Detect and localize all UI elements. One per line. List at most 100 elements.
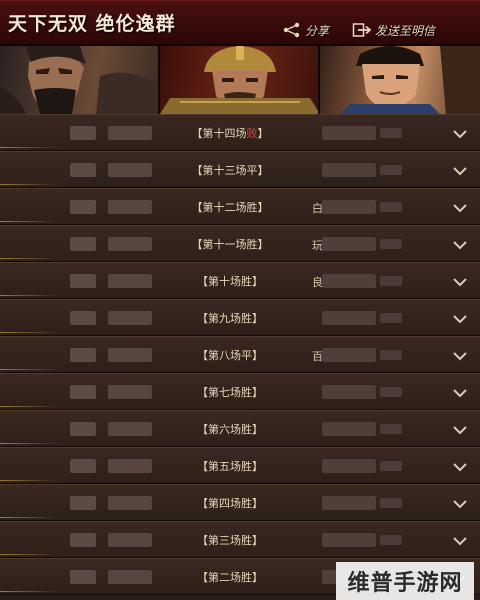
blurred-player-info bbox=[70, 126, 96, 140]
row-gold-accent bbox=[0, 480, 60, 481]
match-bracket-end: 】 bbox=[257, 238, 269, 251]
match-record-row[interactable]: 【第十二场胜】 白 bbox=[0, 188, 480, 225]
match-record-row[interactable]: 【第十三场平】 bbox=[0, 151, 480, 188]
blurred-player-name bbox=[108, 274, 152, 288]
match-result: 胜 bbox=[241, 312, 252, 325]
share-button[interactable]: 分享 bbox=[282, 21, 329, 39]
match-bracket-end: 】 bbox=[252, 349, 263, 362]
chevron-down-icon[interactable] bbox=[452, 533, 468, 549]
chevron-down-icon[interactable] bbox=[452, 385, 468, 401]
blurred-opponent-detail bbox=[380, 202, 402, 212]
armored-general-image bbox=[160, 46, 318, 114]
match-result: 胜 bbox=[246, 238, 258, 251]
row-gold-accent bbox=[0, 406, 60, 407]
match-label: 【第十四场败】 bbox=[170, 125, 290, 141]
row-gold-accent bbox=[0, 184, 60, 185]
chevron-down-icon[interactable] bbox=[452, 311, 468, 327]
blurred-player-info bbox=[70, 163, 96, 177]
match-record-row[interactable]: 【第九场胜】 bbox=[0, 299, 480, 336]
page-title: 天下无双 绝伦逸群 bbox=[8, 13, 176, 35]
match-label: 【第十三场平】 bbox=[170, 162, 290, 178]
match-bracket-end: 】 bbox=[257, 127, 269, 140]
match-round: 【第十二场 bbox=[191, 201, 247, 214]
blurred-opponent-name bbox=[322, 496, 376, 510]
match-label: 【第二场胜】 bbox=[170, 569, 290, 585]
match-record-list: 【第十四场败】 【第十三场平】 【第十二场胜】 白 【第十一场胜】 玩 【第十场… bbox=[0, 114, 480, 600]
send-to-postcard-button[interactable]: 发送至明信 bbox=[352, 21, 435, 39]
blurred-opponent-name bbox=[322, 126, 376, 140]
match-bracket-end: 】 bbox=[252, 571, 263, 584]
blurred-opponent-detail bbox=[380, 498, 402, 508]
chevron-down-icon[interactable] bbox=[452, 496, 468, 512]
blurred-player-info bbox=[70, 348, 96, 362]
blurred-player-name bbox=[108, 570, 152, 584]
blurred-player-name bbox=[108, 200, 152, 214]
row-gold-accent bbox=[0, 443, 60, 444]
blurred-player-info bbox=[70, 311, 96, 325]
chevron-down-icon[interactable] bbox=[452, 459, 468, 475]
match-record-row[interactable]: 【第七场胜】 bbox=[0, 373, 480, 410]
chevron-down-icon[interactable] bbox=[452, 237, 468, 253]
match-round: 【第十场 bbox=[197, 275, 241, 288]
match-bracket-end: 】 bbox=[252, 423, 263, 436]
header-bar: 天下无双 绝伦逸群 分享 发送至明信 bbox=[0, 0, 480, 46]
match-record-row[interactable]: 【第十四场败】 bbox=[0, 114, 480, 151]
row-gold-accent bbox=[0, 147, 60, 148]
match-result: 胜 bbox=[241, 275, 252, 288]
portrait-2 bbox=[160, 46, 320, 114]
send-label: 发送至明信 bbox=[375, 23, 436, 38]
official-portrait-image bbox=[340, 46, 480, 114]
blurred-player-name bbox=[108, 385, 152, 399]
match-round: 【第六场 bbox=[197, 423, 241, 436]
chevron-down-icon[interactable] bbox=[452, 422, 468, 438]
match-label: 【第九场胜】 bbox=[170, 310, 290, 326]
blurred-player-info bbox=[70, 533, 96, 547]
chevron-down-icon[interactable] bbox=[452, 348, 468, 364]
row-gold-accent bbox=[0, 369, 60, 370]
match-round: 【第二场 bbox=[197, 571, 241, 584]
blurred-opponent-detail bbox=[380, 461, 402, 471]
chevron-down-icon[interactable] bbox=[452, 163, 468, 179]
blurred-opponent-detail bbox=[380, 535, 402, 545]
blurred-opponent-name bbox=[322, 311, 376, 325]
blurred-opponent-detail bbox=[380, 276, 402, 286]
match-record-row[interactable]: 【第四场胜】 bbox=[0, 484, 480, 521]
match-record-row[interactable]: 【第十场胜】 良 bbox=[0, 262, 480, 299]
blurred-player-info bbox=[70, 237, 96, 251]
share-label: 分享 bbox=[305, 23, 330, 38]
match-round: 【第五场 bbox=[197, 460, 241, 473]
watermark-text: 维普手游网 bbox=[347, 571, 463, 596]
share-icon bbox=[283, 22, 300, 38]
match-bracket-end: 】 bbox=[257, 201, 269, 214]
match-result: 胜 bbox=[241, 571, 252, 584]
site-watermark: 维普手游网 bbox=[336, 562, 474, 600]
match-label: 【第十场胜】 bbox=[170, 273, 290, 289]
match-record-row[interactable]: 【第五场胜】 bbox=[0, 447, 480, 484]
match-round: 【第四场 bbox=[197, 497, 241, 510]
blurred-opponent-detail bbox=[380, 313, 402, 323]
blurred-opponent-detail bbox=[380, 387, 402, 397]
row-gold-accent bbox=[0, 221, 60, 222]
blurred-opponent-detail bbox=[380, 239, 402, 249]
blurred-player-info bbox=[70, 570, 96, 584]
match-bracket-end: 】 bbox=[252, 534, 263, 547]
general-portrait-image bbox=[0, 46, 158, 114]
chevron-down-icon[interactable] bbox=[452, 126, 468, 142]
blurred-player-info bbox=[70, 459, 96, 473]
match-round: 【第八场 bbox=[197, 349, 241, 362]
match-record-row[interactable]: 【第十一场胜】 玩 bbox=[0, 225, 480, 262]
blurred-opponent-name bbox=[322, 237, 376, 251]
chevron-down-icon[interactable] bbox=[452, 274, 468, 290]
match-record-row[interactable]: 【第六场胜】 bbox=[0, 410, 480, 447]
blurred-opponent-detail bbox=[380, 128, 402, 138]
blurred-player-name bbox=[108, 459, 152, 473]
match-record-row[interactable]: 【第三场胜】 bbox=[0, 521, 480, 558]
blurred-opponent-name bbox=[322, 385, 376, 399]
blurred-player-name bbox=[108, 163, 152, 177]
match-round: 【第三场 bbox=[197, 534, 241, 547]
portrait-1 bbox=[0, 46, 160, 114]
blurred-player-name bbox=[108, 533, 152, 547]
match-record-row[interactable]: 【第八场平】 百 bbox=[0, 336, 480, 373]
blurred-opponent-detail bbox=[380, 165, 402, 175]
chevron-down-icon[interactable] bbox=[452, 200, 468, 216]
